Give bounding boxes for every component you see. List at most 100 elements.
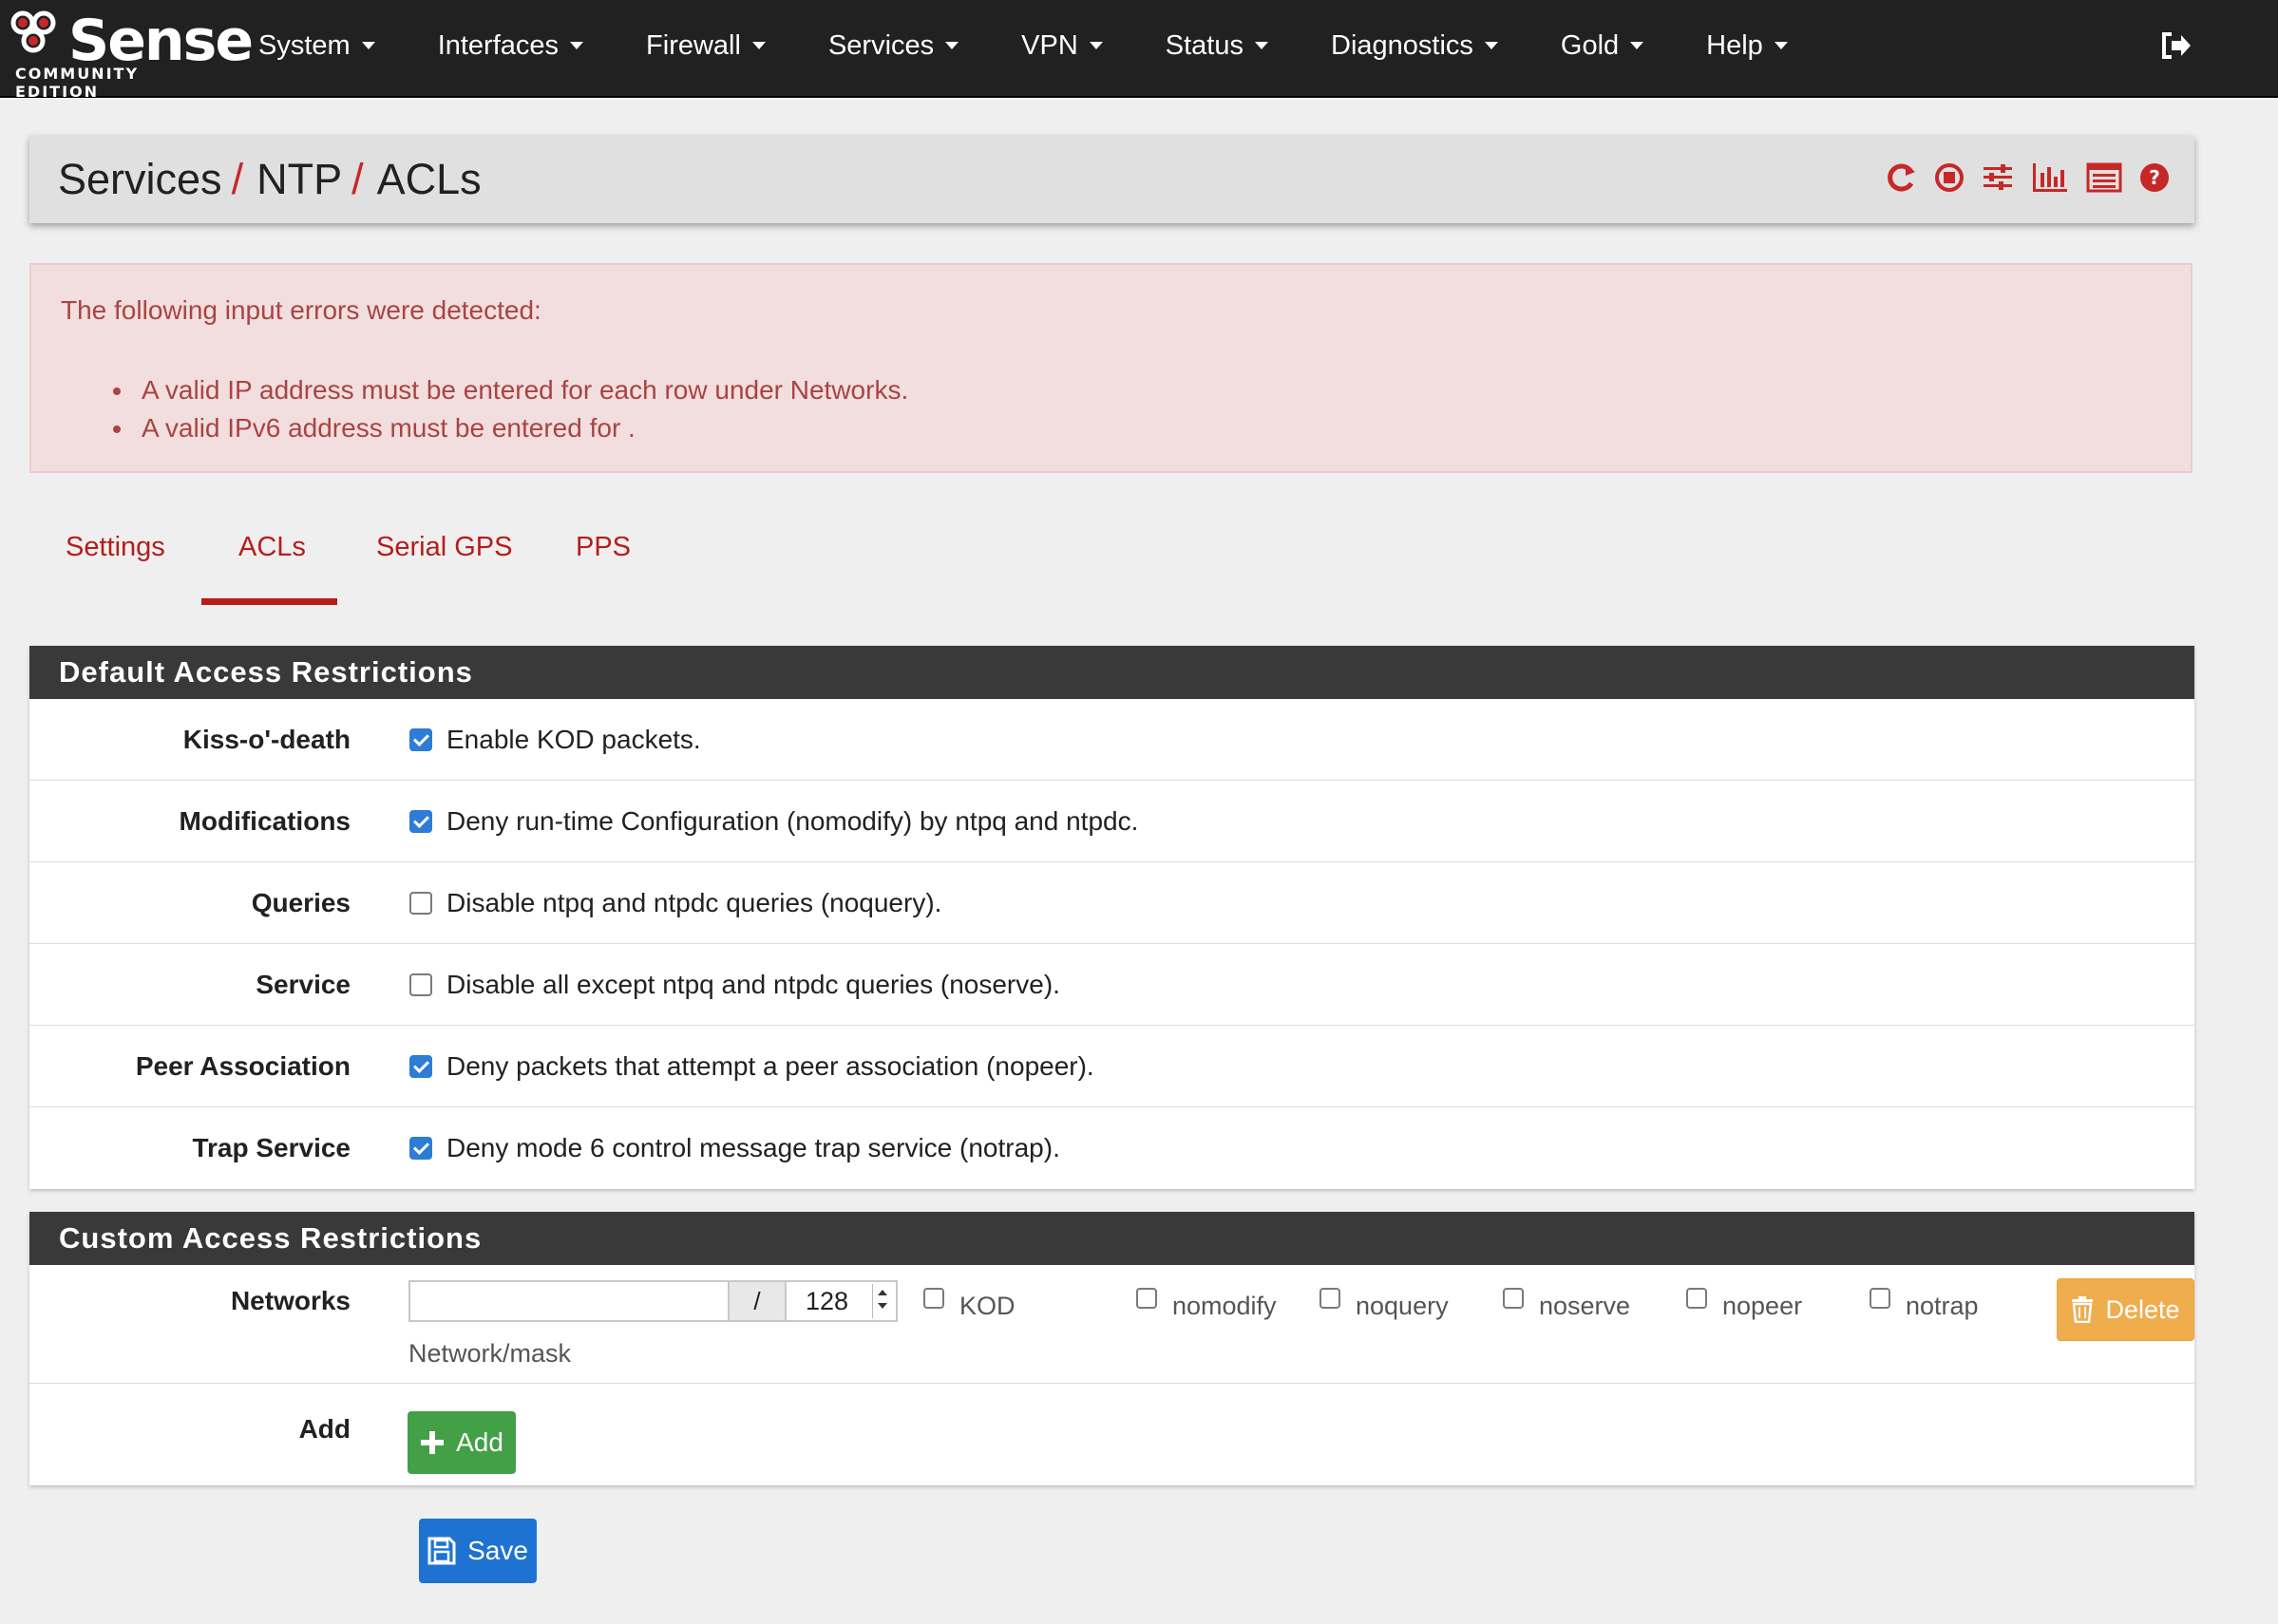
breadcrumb: Services / NTP / ACLs bbox=[58, 155, 482, 204]
chart-icon[interactable] bbox=[2031, 161, 2069, 194]
breadcrumb-ntp[interactable]: NTP bbox=[256, 155, 342, 203]
breadcrumb-separator: / bbox=[231, 155, 244, 203]
menu-label: Help bbox=[1706, 29, 1763, 61]
tab-settings[interactable]: Settings bbox=[66, 532, 165, 563]
noquery-checkbox[interactable] bbox=[1319, 1288, 1340, 1309]
pfsense-logo[interactable]: Sense COMMUNITY EDITION bbox=[9, 8, 254, 101]
noserve-label: noserve bbox=[1539, 1292, 1631, 1320]
nopeer-checkbox[interactable] bbox=[1686, 1288, 1707, 1309]
add-row: Add Add bbox=[29, 1384, 2194, 1485]
delete-label: Delete bbox=[2105, 1294, 2180, 1324]
menu-vpn[interactable]: VPN bbox=[1021, 0, 1103, 91]
spinner-arrows-icon[interactable] bbox=[872, 1284, 894, 1318]
restriction-checkbox[interactable] bbox=[409, 1137, 432, 1160]
menu-gold[interactable]: Gold bbox=[1560, 0, 1644, 91]
breadcrumb-separator: / bbox=[351, 155, 364, 203]
add-button[interactable]: Add bbox=[408, 1411, 516, 1474]
restart-icon[interactable] bbox=[1885, 161, 1917, 195]
noserve-checkbox[interactable] bbox=[1503, 1288, 1524, 1309]
restriction-checkbox[interactable] bbox=[409, 892, 432, 915]
breadcrumb-services[interactable]: Services bbox=[58, 155, 222, 203]
restriction-label: Kiss-o'-death bbox=[182, 725, 351, 754]
save-label: Save bbox=[467, 1536, 528, 1565]
restriction-description[interactable]: Disable all except ntpq and ntpdc querie… bbox=[446, 944, 1060, 1026]
noquery-label: noquery bbox=[1356, 1292, 1449, 1320]
menu-label: Status bbox=[1165, 29, 1243, 61]
restriction-checkbox[interactable] bbox=[409, 1055, 432, 1078]
tab-serial-gps[interactable]: Serial GPS bbox=[376, 532, 512, 563]
mask-value: 128 bbox=[806, 1287, 849, 1315]
restriction-description[interactable]: Deny packets that attempt a peer associa… bbox=[446, 1026, 1094, 1107]
logo-subtitle: COMMUNITY EDITION bbox=[15, 65, 140, 101]
delete-button[interactable]: Delete bbox=[2057, 1278, 2194, 1341]
caret-down-icon bbox=[1774, 42, 1788, 49]
network-address-input[interactable] bbox=[408, 1280, 729, 1322]
caret-down-icon bbox=[1089, 42, 1103, 49]
menu-system[interactable]: System bbox=[258, 0, 375, 91]
breadcrumb-bar: Services / NTP / ACLs ? bbox=[29, 136, 2194, 223]
restriction-checkbox[interactable] bbox=[409, 810, 432, 833]
menu-label: System bbox=[258, 29, 351, 61]
menu-diagnostics[interactable]: Diagnostics bbox=[1331, 0, 1498, 91]
custom-access-panel: Custom Access Restrictions Networks / 12… bbox=[29, 1212, 2194, 1485]
restriction-description[interactable]: Enable KOD packets. bbox=[446, 699, 701, 781]
menu-label: Interfaces bbox=[437, 29, 560, 61]
restriction-description[interactable]: Deny mode 6 control message trap service… bbox=[446, 1107, 1060, 1189]
menu-status[interactable]: Status bbox=[1166, 0, 1268, 91]
help-icon[interactable]: ? bbox=[2139, 162, 2170, 193]
plus-icon bbox=[421, 1431, 445, 1454]
restriction-row: Queries Disable ntpq and ntpdc queries (n… bbox=[29, 862, 2194, 944]
menu-help[interactable]: Help bbox=[1706, 0, 1788, 91]
nomodify-checkbox[interactable] bbox=[1136, 1288, 1157, 1309]
tab-pps[interactable]: PPS bbox=[576, 532, 631, 563]
error-item: A valid IP address must be entered for e… bbox=[113, 371, 908, 409]
menu-label: Firewall bbox=[646, 29, 741, 61]
alert-title: The following input errors were detected… bbox=[61, 295, 541, 325]
menu-services[interactable]: Services bbox=[828, 0, 959, 91]
mask-select[interactable]: 128 bbox=[787, 1280, 898, 1322]
save-button[interactable]: Save bbox=[419, 1519, 537, 1583]
restriction-row: Trap Service Deny mode 6 control message … bbox=[29, 1107, 2194, 1189]
restriction-checkbox[interactable] bbox=[409, 973, 432, 996]
logout-icon[interactable] bbox=[2158, 28, 2193, 63]
menu-label: Services bbox=[827, 29, 935, 61]
kod-checkbox[interactable] bbox=[923, 1288, 944, 1309]
restriction-label: Peer Association bbox=[135, 1051, 351, 1081]
caret-down-icon bbox=[570, 42, 584, 49]
restriction-row: Service Disable all except ntpq and ntpdc… bbox=[29, 944, 2194, 1026]
caret-down-icon bbox=[361, 42, 375, 49]
caret-down-icon bbox=[1255, 42, 1268, 49]
restriction-description[interactable]: Disable ntpq and ntpdc queries (noquery)… bbox=[446, 862, 941, 944]
restriction-label: Queries bbox=[251, 888, 351, 917]
menu-label: Gold bbox=[1560, 29, 1620, 61]
tab-acls[interactable]: ACLs bbox=[238, 532, 306, 563]
error-alert: The following input errors were detected… bbox=[29, 263, 2193, 473]
panel-title: Default Access Restrictions bbox=[29, 646, 2194, 699]
trash-icon bbox=[2072, 1296, 2094, 1323]
caret-down-icon bbox=[1484, 42, 1498, 49]
network-help-text: Network/mask bbox=[408, 1339, 572, 1368]
mask-separator: / bbox=[728, 1280, 787, 1322]
menu-firewall[interactable]: Firewall bbox=[646, 0, 766, 91]
top-navbar: Sense COMMUNITY EDITION System Interface… bbox=[0, 0, 2278, 101]
logo-circles-icon bbox=[10, 10, 56, 53]
add-button-label: Add bbox=[456, 1427, 503, 1457]
restriction-label: Modifications bbox=[179, 806, 351, 836]
notrap-checkbox[interactable] bbox=[1870, 1288, 1890, 1309]
restriction-row: Modifications Deny run-time Configuration… bbox=[29, 781, 2194, 862]
svg-text:?: ? bbox=[2149, 166, 2160, 189]
networks-label: Networks bbox=[230, 1286, 351, 1315]
nopeer-label: nopeer bbox=[1722, 1292, 1803, 1320]
restriction-description[interactable]: Deny run-time Configuration (nomodify) b… bbox=[446, 781, 1138, 862]
breadcrumb-acls: ACLs bbox=[376, 155, 482, 203]
menu-label: Diagnostics bbox=[1331, 29, 1473, 61]
restriction-checkbox[interactable] bbox=[409, 728, 432, 751]
main-menu: System Interfaces Firewall Services VPN … bbox=[258, 0, 1851, 91]
floppy-icon bbox=[427, 1537, 456, 1565]
menu-interfaces[interactable]: Interfaces bbox=[437, 0, 584, 91]
settings-sliders-icon[interactable] bbox=[1982, 161, 2014, 194]
networks-row: Networks / 128 Network/mask KOD nomodify… bbox=[29, 1265, 2194, 1384]
log-icon[interactable] bbox=[2086, 162, 2122, 193]
restriction-row: Peer Association Deny packets that attemp… bbox=[29, 1026, 2194, 1107]
stop-icon[interactable] bbox=[1934, 162, 1965, 193]
